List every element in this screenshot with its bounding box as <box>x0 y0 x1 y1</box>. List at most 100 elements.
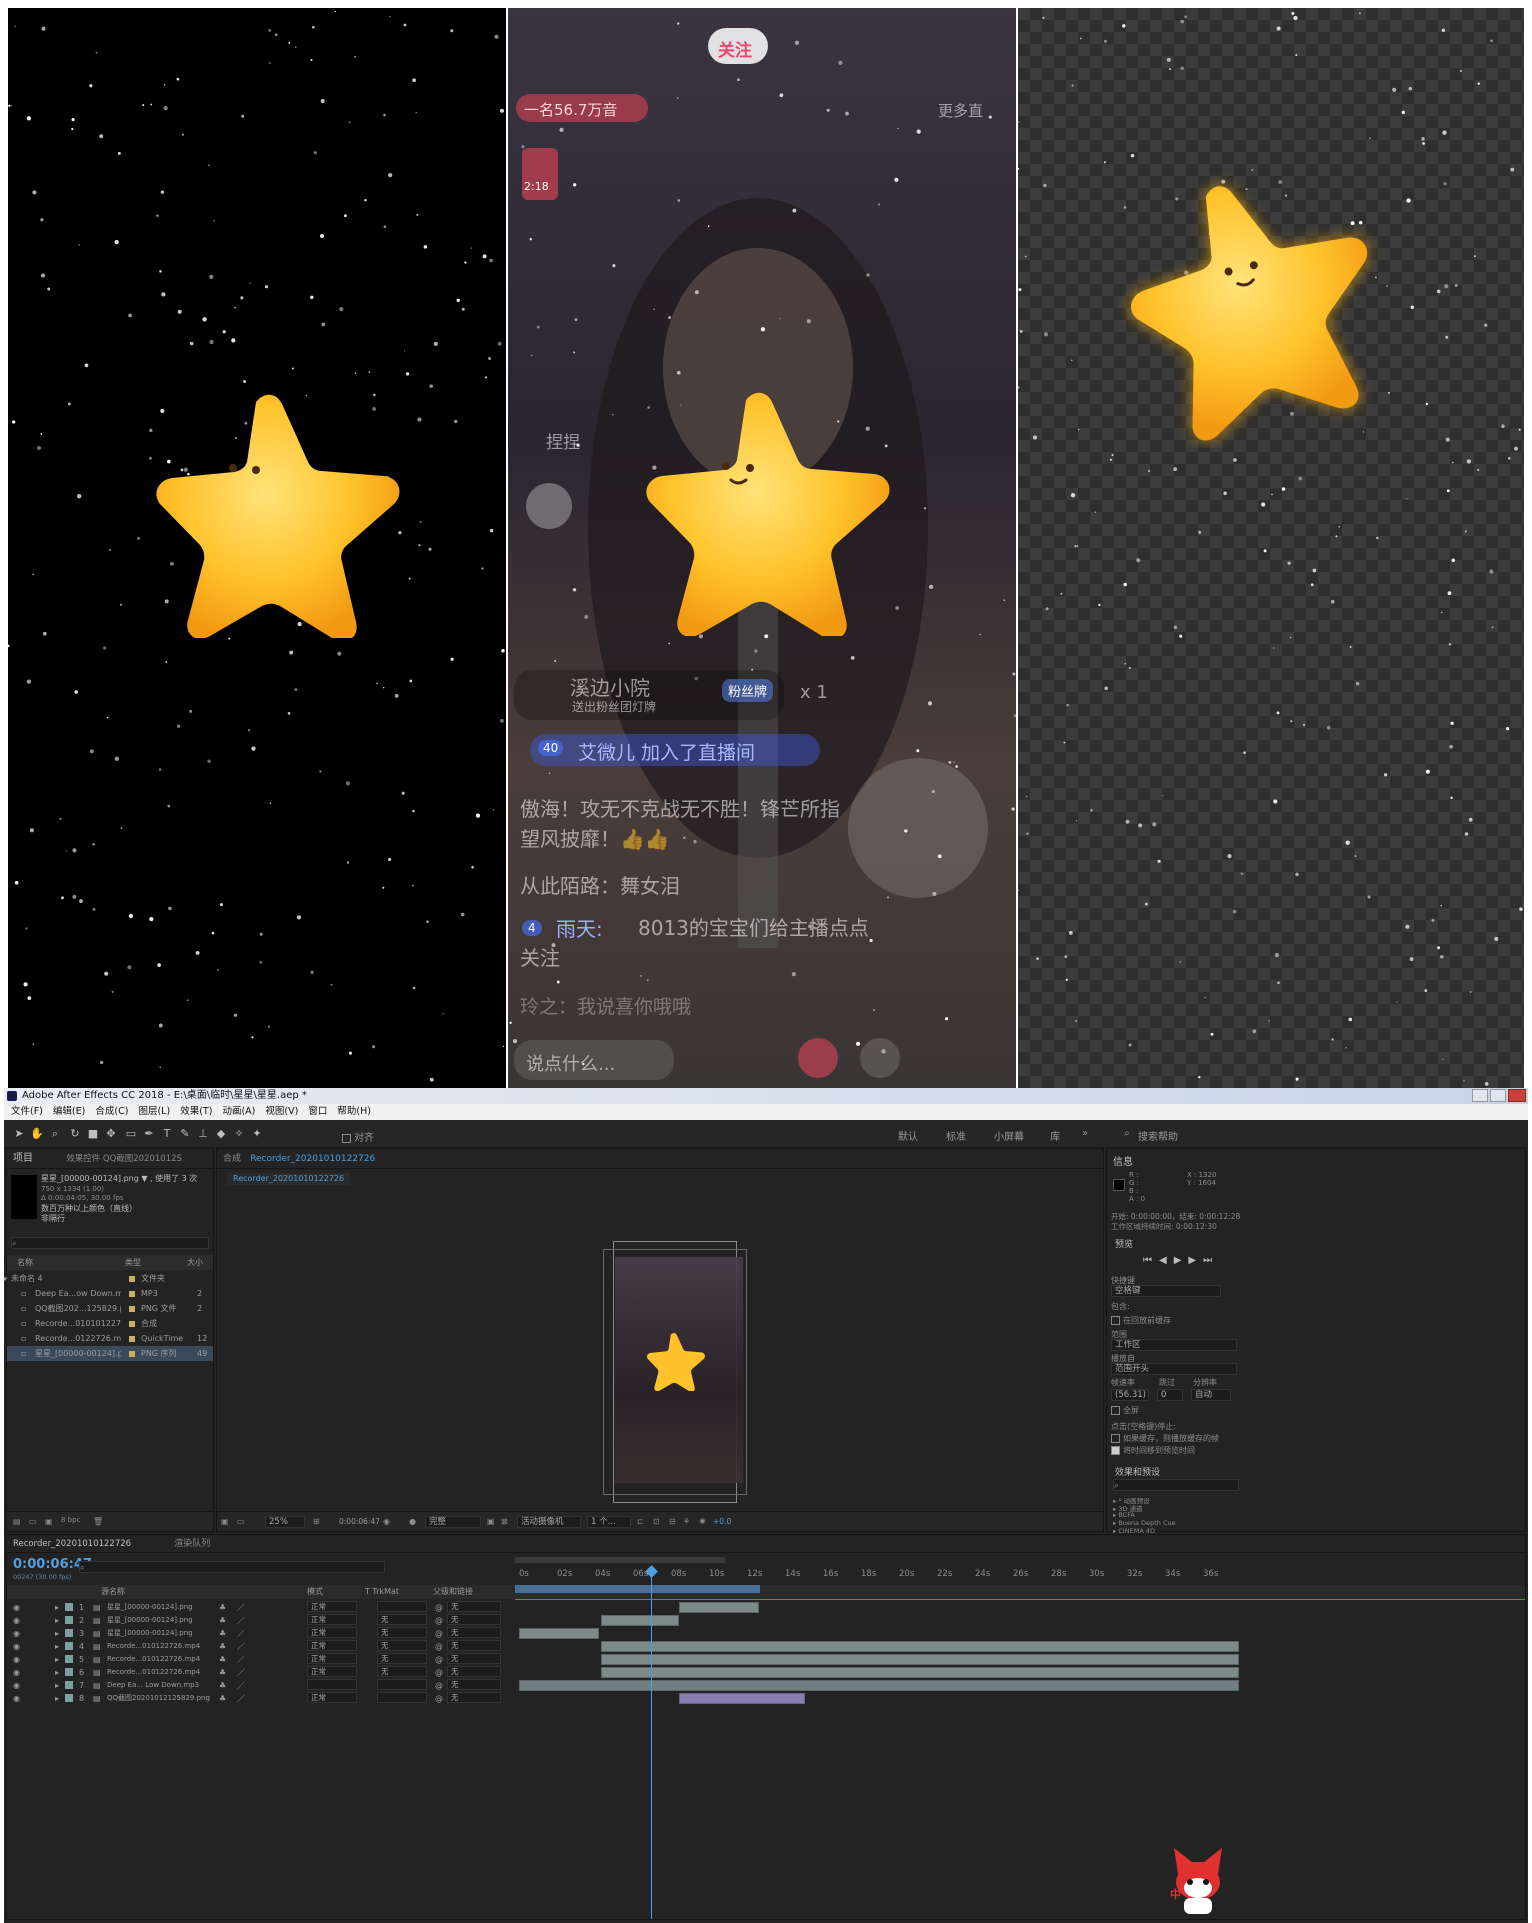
pick-whip-icon[interactable]: @ <box>435 1653 443 1666</box>
shy-switch-icon[interactable]: ♣ <box>219 1666 226 1679</box>
timeline-tab[interactable]: Recorder_20201010122726 <box>13 1539 131 1549</box>
fast-preview-icon[interactable]: ⊡ <box>653 1517 660 1526</box>
views-select[interactable]: 1 个... <box>587 1516 631 1528</box>
col-size[interactable]: 大小 <box>187 1255 203 1270</box>
interpret-footage-icon[interactable]: ▤ <box>13 1517 21 1526</box>
fullscreen-checkbox[interactable]: 全屏 <box>1111 1405 1139 1416</box>
menu-view[interactable]: 视图(V) <box>265 1106 298 1117</box>
expand-arrow-icon[interactable]: ▸ <box>55 1666 59 1679</box>
timeline-layer-row[interactable]: ◉ ▸ 3 ▤ 星星_[00000-00124].png ♣ ／ 正常 无 @ … <box>7 1627 1525 1640</box>
effects-controls-tab[interactable]: 效果控件 QQ截图20201012S <box>66 1154 182 1164</box>
align-checkbox[interactable]: 对齐 <box>342 1129 374 1144</box>
layer-track-bar[interactable] <box>601 1667 1239 1678</box>
layer-parent-select[interactable]: 无 <box>447 1692 501 1703</box>
col-type[interactable]: 类型 <box>125 1255 141 1270</box>
quality-switch-icon[interactable]: ／ <box>237 1640 245 1653</box>
move-time-checkbox[interactable]: 将时间移到预览时间 <box>1111 1445 1195 1456</box>
visibility-eye-icon[interactable]: ◉ <box>13 1679 20 1692</box>
workspace-library[interactable]: 库 <box>1050 1128 1060 1143</box>
shy-switch-icon[interactable]: ♣ <box>219 1601 226 1614</box>
layer-mode-select[interactable]: 正常 <box>307 1627 357 1638</box>
play-from-select[interactable]: 范围开头 <box>1111 1363 1237 1375</box>
bit-depth[interactable]: 8 bpc <box>61 1516 80 1524</box>
brush-tool-icon[interactable]: ✎ <box>178 1127 192 1141</box>
label-color-icon[interactable] <box>129 1306 135 1312</box>
shy-switch-icon[interactable]: ♣ <box>219 1627 226 1640</box>
menu-effect[interactable]: 效果(T) <box>180 1106 212 1117</box>
visibility-eye-icon[interactable]: ◉ <box>13 1666 20 1679</box>
quality-switch-icon[interactable]: ／ <box>237 1666 245 1679</box>
layer-trkmat-select[interactable]: 无 <box>377 1666 427 1677</box>
visibility-eye-icon[interactable]: ◉ <box>13 1627 20 1640</box>
pick-whip-icon[interactable]: @ <box>435 1679 443 1692</box>
type-tool-icon[interactable]: T <box>160 1127 174 1141</box>
menu-file[interactable]: 文件(F) <box>11 1106 43 1117</box>
workspace-small-screen[interactable]: 小屏幕 <box>994 1128 1024 1143</box>
workspace-default[interactable]: 默认 <box>898 1128 918 1143</box>
workspace-standard[interactable]: 标准 <box>946 1128 966 1143</box>
layer-trkmat-select[interactable] <box>377 1601 427 1612</box>
exposure-value[interactable]: +0.0 <box>713 1517 731 1526</box>
exposure-icon[interactable]: ✺ <box>699 1517 706 1526</box>
menu-layer[interactable]: 图层(L) <box>138 1106 170 1117</box>
new-composition-icon[interactable]: ▣ <box>45 1517 53 1526</box>
project-item[interactable]: ▫ 星星_[00000-00124].png PNG 序列 49 <box>7 1346 213 1361</box>
work-area-bar[interactable] <box>515 1557 725 1563</box>
layer-mode-select[interactable]: 正常 <box>307 1614 357 1625</box>
layer-track-bar[interactable] <box>519 1680 1239 1691</box>
layer-parent-select[interactable]: 无 <box>447 1627 501 1638</box>
label-color-icon[interactable] <box>65 1603 73 1611</box>
project-item[interactable]: ▾▰ 未命名 4 文件夹 <box>4 1271 213 1286</box>
cache-checkbox[interactable]: 在回放前缓存 <box>1111 1315 1171 1326</box>
comp-tab-name[interactable]: Recorder_20201010122726 <box>250 1154 375 1164</box>
layer-track-bar[interactable] <box>601 1641 1239 1652</box>
label-color-icon[interactable] <box>129 1276 135 1282</box>
layer-parent-select[interactable]: 无 <box>447 1601 501 1612</box>
label-color-icon[interactable] <box>129 1291 135 1297</box>
work-area-range[interactable] <box>515 1585 760 1593</box>
pan-behind-tool-icon[interactable]: ✥ <box>104 1127 118 1141</box>
range-select[interactable]: 工作区 <box>1111 1339 1237 1351</box>
layer-track-bar[interactable] <box>601 1615 679 1626</box>
expand-arrow-icon[interactable]: ▸ <box>55 1627 59 1640</box>
tray-label[interactable]: 中 <box>1170 1886 1181 1902</box>
eraser-tool-icon[interactable]: ◆ <box>214 1127 228 1141</box>
visibility-eye-icon[interactable]: ◉ <box>13 1601 20 1614</box>
col-parent[interactable]: 父级和链接 <box>433 1585 473 1599</box>
expand-arrow-icon[interactable]: ▸ <box>55 1679 59 1692</box>
timeline-layer-row[interactable]: ◉ ▸ 1 ▤ 星星_[00000-00124].png ♣ ／ 正常 @ 无 <box>7 1601 1525 1614</box>
expand-arrow-icon[interactable]: ▸ <box>55 1640 59 1653</box>
gift-icon[interactable] <box>798 1038 838 1078</box>
layer-track-bar[interactable] <box>679 1693 805 1704</box>
preview-resolution-select[interactable]: 自动 <box>1191 1389 1231 1401</box>
effects-search-input[interactable]: ⌕ <box>1113 1479 1239 1491</box>
quality-switch-icon[interactable]: ／ <box>237 1679 245 1692</box>
menu-help[interactable]: 帮助(H) <box>337 1106 371 1117</box>
layer-trkmat-select[interactable]: 无 <box>377 1640 427 1651</box>
effects-category[interactable]: ▸ Buena Depth Cue <box>1113 1519 1176 1527</box>
project-item[interactable]: ▫ QQ截图202...125829.png PNG 文件 2 <box>7 1301 213 1316</box>
camera-select[interactable]: 活动摄像机 <box>517 1516 581 1528</box>
camera-tool-icon[interactable]: ■ <box>86 1127 100 1141</box>
search-help-icon[interactable]: ⌕ <box>1124 1128 1130 1139</box>
comp-timecode[interactable]: 0:00:06:47 <box>339 1517 380 1526</box>
shy-switch-icon[interactable]: ♣ <box>219 1679 226 1692</box>
layer-mode-select[interactable]: 正常 <box>307 1601 357 1612</box>
col-trkmat[interactable]: T TrkMat <box>365 1585 399 1599</box>
resolution-select[interactable]: 完整 <box>425 1516 481 1528</box>
layer-mode-select[interactable]: 正常 <box>307 1692 357 1703</box>
flowchart-icon[interactable]: ⚘ <box>683 1517 690 1526</box>
layer-trkmat-select[interactable]: 无 <box>377 1614 427 1625</box>
label-color-icon[interactable] <box>65 1616 73 1624</box>
visibility-eye-icon[interactable]: ◉ <box>13 1640 20 1653</box>
shy-switch-icon[interactable]: ♣ <box>219 1614 226 1627</box>
menu-window[interactable]: 窗口 <box>308 1106 327 1117</box>
zoom-select[interactable]: 25% <box>265 1516 305 1528</box>
quality-switch-icon[interactable]: ／ <box>237 1692 245 1705</box>
layer-track-bar[interactable] <box>679 1602 759 1613</box>
transparency-grid-icon[interactable]: ⊠ <box>501 1517 508 1526</box>
expand-arrow-icon[interactable]: ▸ <box>55 1601 59 1614</box>
visibility-eye-icon[interactable]: ◉ <box>13 1692 20 1705</box>
expand-arrow-icon[interactable]: ▸ <box>55 1653 59 1666</box>
layer-trkmat-select[interactable]: 无 <box>377 1653 427 1664</box>
